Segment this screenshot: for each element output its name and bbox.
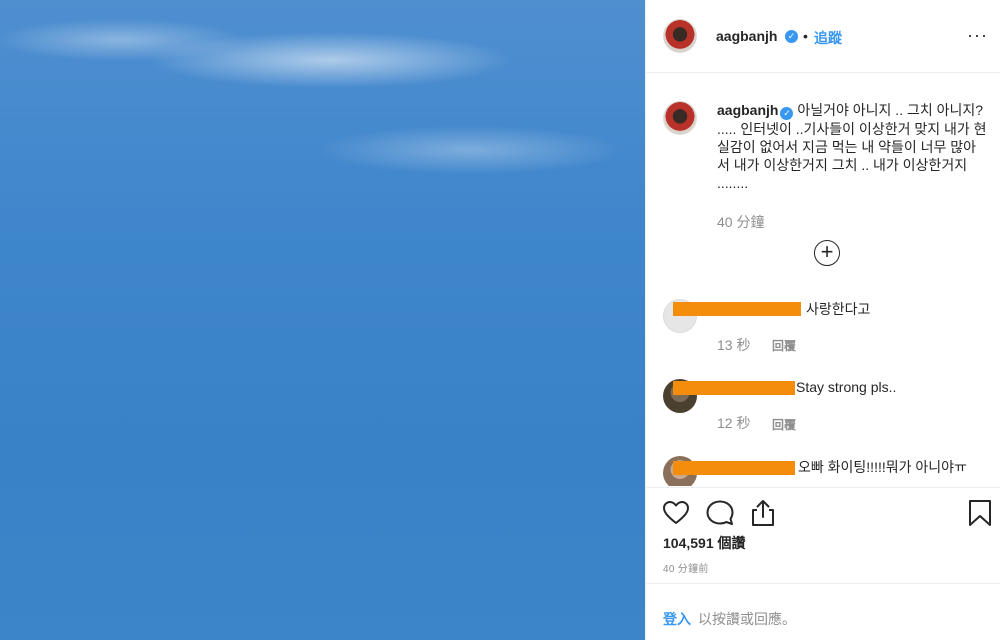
caption-timestamp[interactable]: 40 分鐘 <box>717 212 764 232</box>
comment-timestamp[interactable]: 13 秒 <box>717 335 750 355</box>
redacted-username <box>673 461 795 475</box>
post-header: aagbanjh ✓ • 追蹤 ··· <box>646 0 1000 73</box>
author-avatar[interactable] <box>663 19 697 53</box>
comment-text: Stay strong pls.. <box>796 379 897 395</box>
heart-icon[interactable] <box>661 498 691 528</box>
share-icon[interactable] <box>748 498 778 528</box>
post-photo[interactable] <box>0 0 645 640</box>
bookmark-icon[interactable] <box>965 498 995 528</box>
load-more-comments-icon[interactable]: + <box>814 240 840 266</box>
caption-avatar[interactable] <box>663 101 697 135</box>
comment-timestamp[interactable]: 12 秒 <box>717 413 750 433</box>
action-bar <box>646 487 1000 537</box>
reply-button[interactable]: 回覆 <box>772 416 796 433</box>
more-options-icon[interactable]: ··· <box>967 26 988 44</box>
separator-dot: • <box>803 28 808 44</box>
comments-list[interactable]: aagbanjh ✓ 아닐거야 아니지 .. 그치 아니지? ..... 인터넷이… <box>646 74 1000 486</box>
caption-text: aagbanjh ✓ 아닐거야 아니지 .. 그치 아니지? ..... 인터넷이… <box>717 101 987 192</box>
redacted-username <box>673 302 801 316</box>
comment-text: 오빠 화이팅!!!!!뭐가 아니야ㅠ <box>798 459 967 475</box>
post-timestamp[interactable]: 40 分鐘前 <box>663 560 709 575</box>
redacted-username <box>673 381 795 395</box>
follow-button[interactable]: 追蹤 <box>814 28 842 48</box>
comment-icon[interactable] <box>705 498 735 528</box>
author-username[interactable]: aagbanjh <box>716 28 777 44</box>
like-count[interactable]: 104,591 個讚 <box>663 533 746 553</box>
post-side-panel: aagbanjh ✓ • 追蹤 ··· aagbanjh ✓ 아닐거야 아니지 .… <box>645 0 1000 640</box>
reply-button[interactable]: 回覆 <box>772 337 796 354</box>
login-prompt-text: 以按讚或回應。 <box>698 611 796 627</box>
verified-badge-icon: ✓ <box>780 107 794 120</box>
login-prompt: 登入 以按讚或回應。 <box>646 583 1000 640</box>
login-link[interactable]: 登入 <box>663 609 691 629</box>
comment-text: 사랑한다고 <box>806 301 871 317</box>
caption-username[interactable]: aagbanjh <box>717 102 778 118</box>
verified-badge-icon: ✓ <box>785 30 798 43</box>
